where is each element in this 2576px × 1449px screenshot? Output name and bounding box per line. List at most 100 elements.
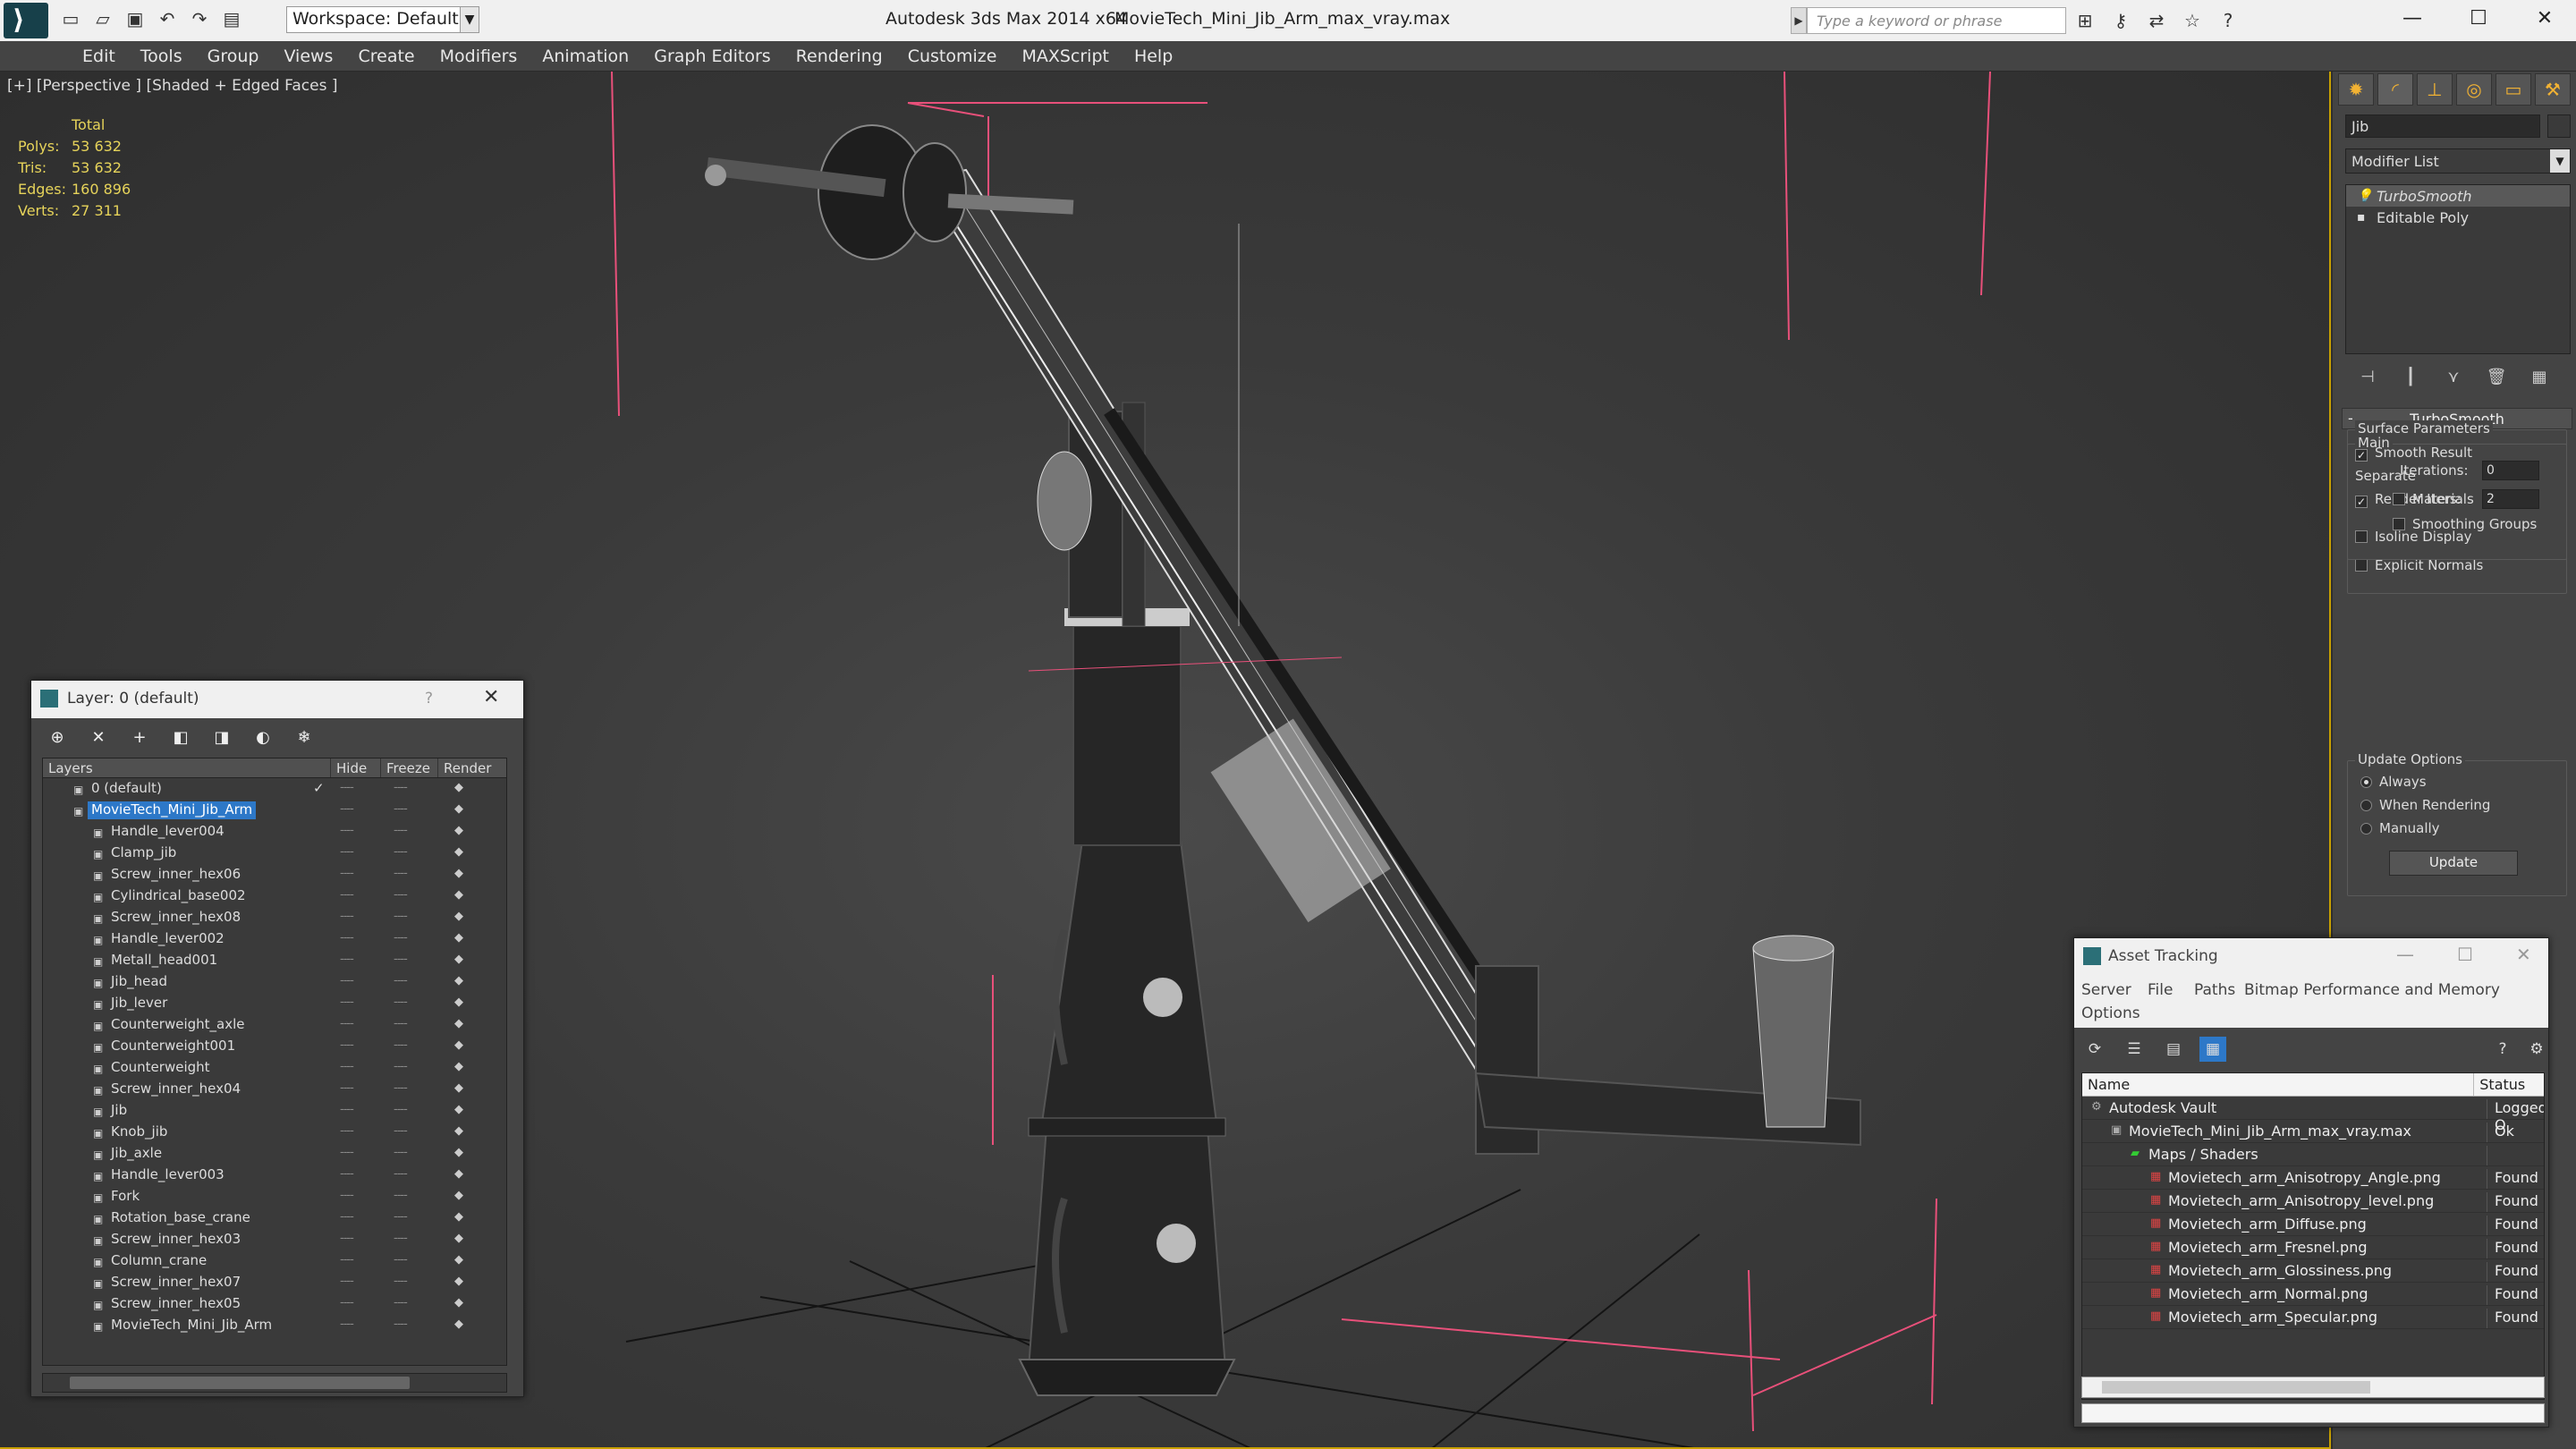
maximize-button[interactable]: ☐ (2445, 0, 2512, 36)
hide-toggle[interactable]: ---- (340, 1232, 354, 1245)
asset-menu-paths[interactable]: Paths (2194, 981, 2235, 999)
layer-object-row[interactable]: ▣ Handle_lever004 ---- ---- ◆ (43, 821, 506, 843)
key-icon[interactable]: ⚷ (2107, 7, 2134, 34)
object-name-field[interactable]: Jib (2345, 114, 2540, 138)
menu-animation[interactable]: Animation (530, 41, 641, 72)
freeze-all-icon[interactable]: ❄ (291, 724, 318, 750)
asset-row[interactable]: ▦ Movietech_arm_Normal.png Found (2082, 1283, 2544, 1306)
layer-object-row[interactable]: ▣ Handle_lever003 ---- ---- ◆ (43, 1165, 506, 1186)
render-toggle-icon[interactable]: ◆ (454, 1081, 463, 1095)
hierarchy-tab-icon[interactable]: ⊥ (2417, 73, 2453, 106)
exchange-icon[interactable]: ⇄ (2143, 7, 2170, 34)
render-toggle-icon[interactable]: ◆ (454, 1060, 463, 1073)
freeze-toggle[interactable]: ---- (394, 1318, 408, 1331)
layer-object-row[interactable]: ▣ Jib_head ---- ---- ◆ (43, 971, 506, 993)
col-freeze[interactable]: Freeze (381, 758, 438, 777)
save-icon[interactable]: ▣ (122, 5, 148, 32)
hide-toggle[interactable]: ---- (340, 910, 354, 923)
render-toggle-icon[interactable]: ◆ (454, 1146, 463, 1159)
modify-tab-icon[interactable]: ◜ (2377, 73, 2413, 106)
col-status[interactable]: Status (2474, 1073, 2544, 1096)
hide-toggle[interactable]: ---- (340, 953, 354, 966)
layer-object-row[interactable]: ▣ Metall_head001 ---- ---- ◆ (43, 950, 506, 971)
layer-object-row[interactable]: ▣ Screw_inner_hex07 ---- ---- ◆ (43, 1272, 506, 1293)
close-button[interactable]: ✕ (2512, 0, 2576, 36)
hide-toggle[interactable]: ---- (340, 802, 354, 816)
menu-help[interactable]: Help (1122, 41, 1185, 72)
asset-row[interactable]: ▦ Movietech_arm_Specular.png Found (2082, 1306, 2544, 1329)
hide-toggle[interactable]: ---- (340, 781, 354, 794)
freeze-toggle[interactable]: ---- (394, 824, 408, 837)
freeze-toggle[interactable]: ---- (394, 974, 408, 987)
freeze-toggle[interactable]: ---- (394, 1275, 408, 1288)
redo-icon[interactable]: ↷ (186, 5, 213, 32)
layer-object-row[interactable]: ▣ Counterweight ---- ---- ◆ (43, 1057, 506, 1079)
delete-layer-icon[interactable]: ✕ (85, 724, 112, 750)
freeze-toggle[interactable]: ---- (394, 1210, 408, 1224)
add-selection-icon[interactable]: + (126, 724, 153, 750)
close-icon[interactable]: ✕ (2516, 944, 2531, 965)
hide-toggle[interactable]: ---- (340, 1318, 354, 1331)
hide-toggle[interactable]: ---- (340, 1253, 354, 1267)
workspace-dropdown-icon[interactable]: ▼ (460, 6, 479, 33)
render-toggle-icon[interactable]: ◆ (454, 1253, 463, 1267)
hide-toggle[interactable]: ---- (340, 1167, 354, 1181)
tree-view-icon[interactable]: ▤ (2160, 1037, 2187, 1062)
layer-row-selected[interactable]: ▣ MovieTech_Mini_Jib_Arm ---- ---- ◆ (43, 800, 506, 821)
hide-toggle[interactable]: ---- (340, 1060, 354, 1073)
layer-object-row[interactable]: ▣ Screw_inner_hex06 ---- ---- ◆ (43, 864, 506, 886)
freeze-toggle[interactable]: ---- (394, 931, 408, 945)
star-icon[interactable]: ☆ (2179, 7, 2206, 34)
freeze-toggle[interactable]: ---- (394, 1060, 408, 1073)
pin-stack-icon[interactable]: ⊣ (2354, 363, 2381, 390)
layer-object-row[interactable]: ▣ Knob_jib ---- ---- ◆ (43, 1122, 506, 1143)
menu-tools[interactable]: Tools (128, 41, 195, 72)
render-toggle-icon[interactable]: ◆ (454, 953, 463, 966)
render-toggle-icon[interactable]: ◆ (454, 867, 463, 880)
menu-create[interactable]: Create (345, 41, 427, 72)
layer-object-row[interactable]: ▣ Counterweight001 ---- ---- ◆ (43, 1036, 506, 1057)
active-layer-check-icon[interactable]: ✓ (313, 780, 325, 796)
render-toggle-icon[interactable]: ◆ (454, 802, 463, 816)
hide-toggle[interactable]: ---- (340, 1081, 354, 1095)
always-radio[interactable] (2360, 776, 2372, 788)
hide-toggle[interactable]: ---- (340, 1146, 354, 1159)
render-toggle-icon[interactable]: ◆ (454, 931, 463, 945)
freeze-toggle[interactable]: ---- (394, 1253, 408, 1267)
highlight-layer-icon[interactable]: ◨ (208, 724, 235, 750)
layer-object-row[interactable]: ▣ Rotation_base_crane ---- ---- ◆ (43, 1208, 506, 1229)
freeze-toggle[interactable]: ---- (394, 1296, 408, 1309)
asset-row[interactable]: ⚙ Autodesk Vault Logged O (2082, 1097, 2544, 1133)
hide-toggle[interactable]: ---- (340, 1017, 354, 1030)
layer-object-row[interactable]: ▣ Counterweight_axle ---- ---- ◆ (43, 1014, 506, 1036)
hide-toggle[interactable]: ---- (340, 1275, 354, 1288)
render-toggle-icon[interactable]: ◆ (454, 888, 463, 902)
show-end-result-icon[interactable]: ┃ (2397, 363, 2424, 390)
asset-row[interactable]: ▦ Movietech_arm_Glossiness.png Found (2082, 1259, 2544, 1283)
remove-modifier-icon[interactable]: 🗑 (2483, 363, 2510, 390)
asset-menu-server[interactable]: Server (2081, 981, 2131, 999)
render-toggle-icon[interactable]: ◆ (454, 1232, 463, 1245)
freeze-toggle[interactable]: ---- (394, 1189, 408, 1202)
asset-menu-options[interactable]: Options (2081, 1004, 2140, 1022)
render-toggle-icon[interactable]: ◆ (454, 1103, 463, 1116)
render-toggle-icon[interactable]: ◆ (454, 1124, 463, 1138)
undo-icon[interactable]: ↶ (154, 5, 181, 32)
explicit-normals-checkbox[interactable] (2355, 559, 2368, 572)
freeze-toggle[interactable]: ---- (394, 867, 408, 880)
list-view-icon[interactable]: ☰ (2121, 1037, 2148, 1062)
add-layer-icon[interactable]: ⊕ (44, 724, 71, 750)
render-toggle-icon[interactable]: ◆ (454, 910, 463, 923)
freeze-toggle[interactable]: ---- (394, 888, 408, 902)
hide-toggle[interactable]: ---- (340, 1124, 354, 1138)
freeze-toggle[interactable]: ---- (394, 1167, 408, 1181)
layer-object-row[interactable]: ▣ Handle_lever002 ---- ---- ◆ (43, 928, 506, 950)
layer-object-row[interactable]: ▣ Screw_inner_hex08 ---- ---- ◆ (43, 907, 506, 928)
update-button[interactable]: Update (2389, 851, 2518, 876)
hide-toggle[interactable]: ---- (340, 1103, 354, 1116)
table-view-icon[interactable]: ▦ (2199, 1037, 2226, 1062)
freeze-toggle[interactable]: ---- (394, 1103, 408, 1116)
freeze-toggle[interactable]: ---- (394, 1017, 408, 1030)
minimize-icon[interactable]: — (2396, 944, 2414, 965)
freeze-toggle[interactable]: ---- (394, 1038, 408, 1052)
